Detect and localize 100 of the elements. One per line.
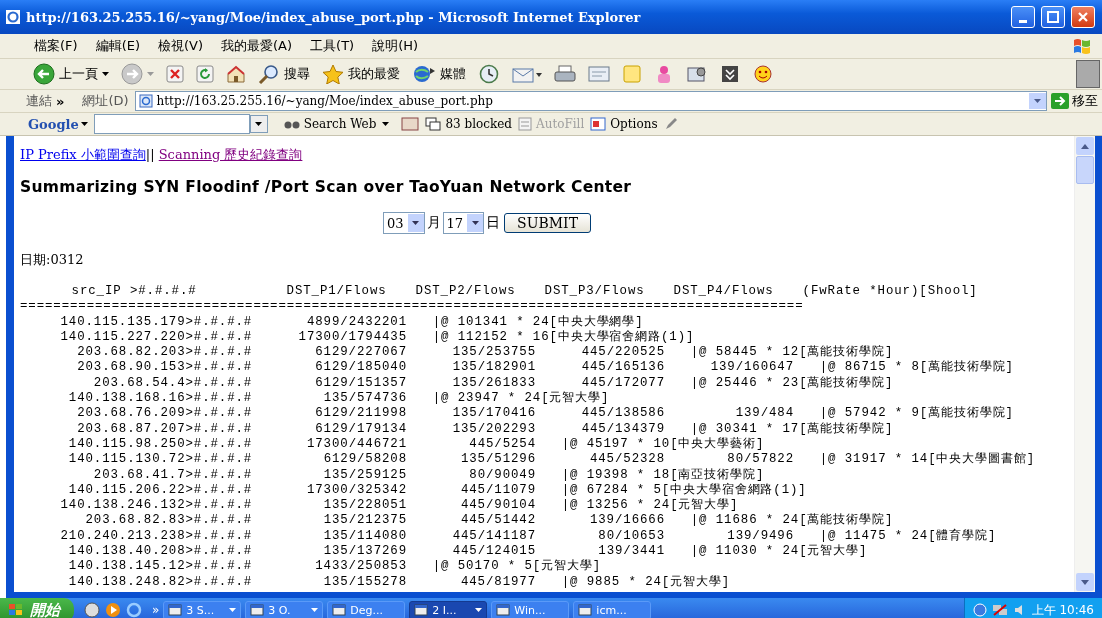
- table-cell: |@ 13256 * 24[元智大學]: [561, 498, 739, 514]
- table-cell-text: 140.115.227.220>#.#.#.#: [59, 329, 253, 346]
- app-icon: [6, 10, 20, 24]
- window-icon: [578, 604, 593, 616]
- toolbar-button[interactable]: 媒體: [409, 62, 469, 86]
- taskbar-button[interactable]: 3 S...: [163, 600, 242, 618]
- address-field[interactable]: http://163.25.255.16/~yang/Moe/index_abuse_port.php: [134, 91, 1047, 111]
- menu-item[interactable]: 我的最愛(A): [215, 35, 299, 57]
- day-select[interactable]: 17: [442, 212, 485, 234]
- menu-item[interactable]: 檢視(V): [152, 35, 210, 57]
- taskbar-button[interactable]: 2 I...: [409, 600, 488, 618]
- table-cell-text: 445/172077: [580, 375, 665, 391]
- table-cell-text: |@ 67284 * 5[中央大學宿舍網路(1)]: [561, 482, 807, 498]
- table-cell-text: 203.68.76.209>#.#.#.#: [76, 406, 253, 422]
- table-cell-text: 80/10653: [597, 528, 665, 545]
- minimize-button[interactable]: [1011, 6, 1035, 28]
- table-cell-text: 203.68.90.153>#.#.#.#: [76, 360, 253, 376]
- table-cell-text: 140.115.135.179>#.#.#.#: [59, 314, 253, 330]
- table-cell-text: 135/114080: [322, 528, 407, 545]
- table-cell-text: 4899/2432201: [305, 314, 407, 330]
- date-text: 日期:0312: [20, 251, 85, 269]
- tray-icon[interactable]: [972, 603, 987, 617]
- scroll-up-button[interactable]: [1076, 137, 1094, 155]
- popup-blocker-button[interactable]: 83 blocked: [425, 117, 512, 131]
- table-cell-text: 80/90049: [468, 467, 536, 483]
- table-cell-text: 203.68.87.207>#.#.#.#: [76, 421, 253, 437]
- table-cell: |@ 57942 * 9[萬能技術學院]: [819, 406, 1014, 422]
- form-icon: [518, 117, 532, 131]
- search-web-button[interactable]: Search Web: [283, 117, 377, 131]
- toolbar-icon-button[interactable]: [163, 63, 187, 85]
- toolbar-button[interactable]: 上一頁: [30, 61, 112, 87]
- table-cell-text: 203.68.41.7>#.#.#.#: [92, 467, 253, 483]
- table-cell: |@ 25446 * 23[萬能技術學院]: [690, 375, 894, 392]
- table-cell-text: 135/170416: [451, 406, 536, 422]
- clock: 上午 10:46: [1031, 601, 1094, 618]
- menu-item[interactable]: 編輯(E): [89, 35, 146, 57]
- table-cell-text: 445/134379: [580, 421, 665, 437]
- browser-icon[interactable]: [126, 602, 142, 618]
- google-menu-button[interactable]: Google: [28, 116, 88, 132]
- maximize-button[interactable]: [1041, 6, 1065, 28]
- table-cell-text: 139/16666: [588, 513, 665, 529]
- menu-item[interactable]: 檔案(F): [28, 35, 84, 57]
- windows-logo-icon: [1072, 37, 1092, 55]
- table-cell-text: 203.68.82.203>#.#.#.#: [76, 345, 253, 361]
- page-heading: Summarizing SYN Floodinf /Port Scan over TaoYuan Network Center: [20, 178, 633, 196]
- stop-icon: [166, 65, 184, 83]
- link[interactable]: IP Prefix 小範圍查詢: [20, 147, 146, 162]
- taskbar-button[interactable]: icm...: [573, 600, 652, 618]
- menu-item[interactable]: 說明(H): [366, 35, 425, 57]
- search-field[interactable]: [93, 114, 250, 134]
- window-icon: [168, 604, 183, 616]
- smiley-icon: [752, 64, 774, 84]
- month-select[interactable]: 03: [383, 212, 425, 234]
- taskbar-button[interactable]: Win...: [491, 600, 570, 618]
- window-icon: [414, 604, 429, 616]
- column-header: DST_P1/Flows: [286, 284, 388, 300]
- window-icon: [332, 604, 347, 616]
- table-cell-text: 140.138.246.132>#.#.#.#: [59, 498, 253, 514]
- home-icon: [226, 65, 246, 83]
- table-cell-text: 445/51442: [459, 513, 536, 529]
- table-cell-text: 139/3441: [598, 544, 665, 560]
- table-cell: |@ 45197 * 10[中央大學藝術]: [561, 436, 765, 453]
- news-icon[interactable]: [401, 117, 420, 131]
- tool-icon: [686, 64, 708, 84]
- table-cell-text: 135/182901: [451, 360, 536, 376]
- pencil-icon[interactable]: [663, 117, 678, 131]
- link[interactable]: Scanning 歷史紀錄查詢: [158, 147, 303, 162]
- table-cell-text: 135/574736: [322, 391, 407, 407]
- scroll-down-button[interactable]: [1076, 573, 1094, 591]
- chevrons-icon: [720, 64, 740, 84]
- quick-launch-overflow[interactable]: »: [152, 603, 160, 617]
- table-cell-text: 135/259125: [322, 467, 407, 483]
- scrollbar[interactable]: [1074, 136, 1095, 592]
- minimize-icon: [1019, 19, 1027, 23]
- taskbar-button[interactable]: Deg...: [327, 600, 406, 618]
- taskbar-button[interactable]: 3 O.: [245, 600, 324, 618]
- links-label: 連結: [26, 92, 52, 110]
- options-button[interactable]: Options: [590, 117, 658, 131]
- play-icon[interactable]: [105, 602, 121, 618]
- up-arrow-icon: [1081, 143, 1089, 149]
- close-button[interactable]: [1071, 6, 1095, 28]
- scroll-thumb[interactable]: [1076, 156, 1094, 184]
- table-cell-text: 140.115.130.72>#.#.#.#: [67, 452, 253, 468]
- table-cell-text: 210.240.213.238>#.#.#.#: [59, 528, 253, 545]
- table-cell: |@ 23947 * 24[元智大學]: [432, 391, 610, 407]
- toolbar-button[interactable]: 搜尋: [255, 62, 313, 86]
- toolbar-overflow-button[interactable]: [1076, 60, 1100, 88]
- caret-icon: [412, 221, 420, 225]
- table-cell-text: 139/9496: [726, 528, 794, 545]
- table-cell-text: 139/484: [734, 406, 794, 422]
- network-icon[interactable]: [991, 603, 1008, 617]
- links-chevron[interactable]: »: [56, 93, 65, 109]
- table-cell-text: 445/90104: [459, 498, 536, 514]
- go-button[interactable]: 移至: [1051, 92, 1098, 110]
- toolbar-button[interactable]: 我的最愛: [319, 62, 403, 86]
- quick-launch-icon[interactable]: [84, 602, 100, 618]
- table-cell-text: 140.138.40.208>#.#.#.#: [67, 544, 253, 560]
- menu-item[interactable]: 工具(T): [304, 35, 361, 57]
- month-label: 月: [426, 214, 441, 232]
- submit-button[interactable]: SUBMIT: [504, 213, 591, 233]
